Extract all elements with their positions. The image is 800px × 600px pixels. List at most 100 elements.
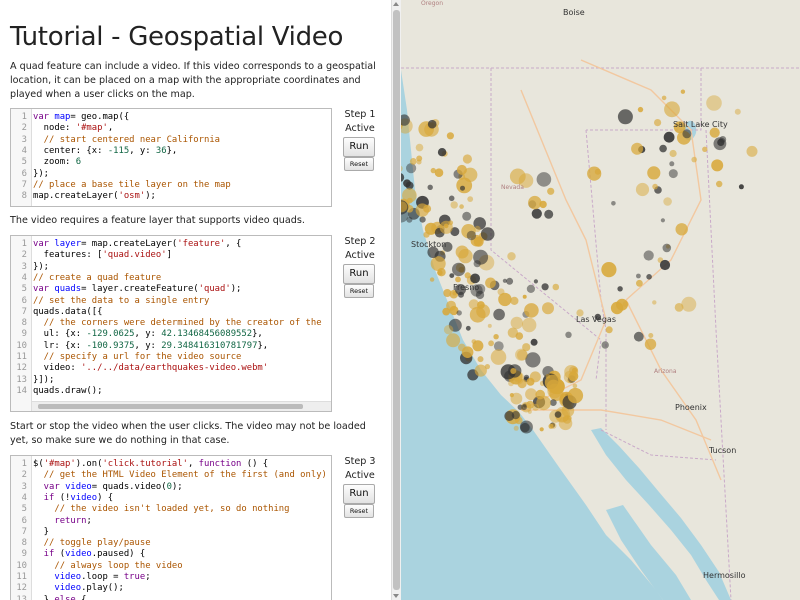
code-token: = map.createLayer( [81,239,178,249]
scroll-down-icon[interactable] [393,594,399,598]
code-token: = layer.createFeature( [81,284,199,295]
code-line[interactable]: 5 // the video isn't loaded yet, so do n… [11,504,331,515]
reset-button-step-3[interactable]: Reset [344,504,374,518]
line-number: 6 [21,295,27,306]
code-token: ); [171,481,183,492]
reset-button-step-1[interactable]: Reset [344,157,374,171]
code-line[interactable]: 6 // set the data to a single entry [11,295,331,307]
code-editor-step-1[interactable]: 1 var map= geo.map({2 node: '#map', 3 // s… [10,108,332,207]
code-line[interactable]: 1 var layer= map.createLayer('feature', { [11,239,331,250]
earthquake-marker [467,196,474,203]
code-token: ).on( [75,459,103,469]
code-token: // start centered near California [33,134,221,145]
scroll-up-icon[interactable] [393,2,399,6]
earthquake-marker [456,310,462,316]
code-token: }, [257,340,269,351]
map-view[interactable]: Oregon Boise Salt Lake City Nevada Stock… [401,0,800,600]
code-line[interactable]: 14 quads.draw(); [11,385,331,397]
code-line[interactable]: 1 $('#map').on('click.tutorial', function… [11,459,331,470]
earthquake-marker [536,172,552,187]
horizontal-scrollbar[interactable] [32,401,331,411]
code-line[interactable]: 6 return; [11,516,331,527]
earthquake-marker [526,284,535,293]
line-number: 8 [21,538,27,549]
line-number: 13 [16,374,27,385]
code-line[interactable]: 11 video.loop = true; [11,572,331,583]
earthquake-marker [477,301,485,309]
city-label-salt-lake-city: Salt Lake City [673,120,728,129]
code-token: 'osm' [118,191,146,202]
earthquake-marker [443,289,452,297]
scroll-thumb[interactable] [393,10,400,590]
earthquake-marker [594,168,601,175]
code-line[interactable]: 13}]); [11,374,331,386]
code-token: features: [ [33,250,103,261]
line-number: 5 [21,284,27,295]
earthquake-marker [631,142,644,155]
page-scrollbar[interactable] [391,0,401,600]
code-token: '#map' [43,459,76,469]
code-line[interactable]: 10 lr: {x: -100.9375, y: 29.348416310781… [11,340,331,352]
code-token: 'feature' [177,239,226,249]
code-line[interactable]: 7 // place a base tile layer on the map [11,180,331,191]
code-line[interactable]: 4 if (!video) { [11,492,331,504]
code-line[interactable]: 5 var quads= layer.createFeature('quad'); [11,284,331,295]
reset-button-step-2[interactable]: Reset [344,284,374,298]
code-line[interactable]: 7 } [11,526,331,538]
city-label-stockton: Stockton [411,240,447,249]
run-button-step-3[interactable]: Run [343,484,375,504]
code-token: true [123,572,146,582]
code-line[interactable]: 4 // create a quad feature [11,273,331,284]
code-editor-step-3[interactable]: 1 $('#map').on('click.tutorial', function… [10,455,332,600]
code-line[interactable]: 7 quads.data([{ [11,307,331,318]
code-token: function [198,459,242,469]
code-token: quads [54,284,82,295]
line-number: 14 [16,385,27,396]
code-line[interactable]: 13 } else { [11,595,331,600]
code-line[interactable]: 12 video.play(); [11,583,331,594]
code-line[interactable]: 2 features: ['quad.video'] [11,250,331,261]
code-line[interactable]: 2 // get the HTML Video Element of the f… [11,470,331,481]
earthquake-marker [455,276,461,283]
code-line[interactable]: 4 center: {x: -115, y: 36}, [11,145,331,157]
code-token: video [33,572,82,582]
line-number: 4 [21,492,27,503]
map-canvas[interactable] [401,0,800,600]
earthquake-marker [605,326,613,334]
code-token: // the video isn't loaded yet, so do not… [33,504,290,515]
run-button-step-1[interactable]: Run [343,137,375,157]
code-line[interactable]: 9 if (video.paused) { [11,549,331,560]
code-token: if [33,492,60,503]
code-token: .loop = [81,572,124,582]
earthquake-marker [430,167,436,174]
code-line[interactable]: 8 // the corners were determined by the … [11,318,331,329]
run-button-step-2[interactable]: Run [343,264,375,284]
code-line[interactable]: 8 map.createLayer('osm'); [11,191,331,202]
earthquake-marker [536,395,551,411]
code-line[interactable]: 3 var video= quads.video(0); [11,481,331,493]
code-line[interactable]: 3 // start centered near California [11,134,331,146]
code-line[interactable]: 2 node: '#map', [11,123,331,134]
step-1-label: Step 1 [344,109,376,120]
code-token: ; [145,572,151,582]
code-token: center: {x: [33,145,108,156]
code-line[interactable]: 11 // specify a url for the video source [11,352,331,363]
code-line[interactable]: 12 video: '../../data/earthquakes-video.… [11,363,331,374]
code-line[interactable]: 3}); [11,262,331,273]
code-line[interactable]: 5 zoom: 6 [11,157,331,168]
earthquake-marker [522,317,537,333]
scroll-thumb[interactable] [38,404,303,409]
code-line[interactable]: 9 ul: {x: -129.0625, y: 42.1346845608955… [11,329,331,340]
code-line[interactable]: 8 // toggle play/pause [11,538,331,549]
code-token: var [33,481,66,492]
earthquake-marker [663,197,672,206]
intro-paragraph: A quad feature can include a video. If t… [10,61,376,100]
code-line[interactable]: 1 var map= geo.map({ [11,112,331,123]
code-line[interactable]: 10 // always loop the video [11,561,331,572]
code-line[interactable]: 6}); [11,168,331,180]
line-number: 7 [21,526,27,537]
code-editor-step-2[interactable]: 1 var layer= map.createLayer('feature', {… [10,235,332,412]
earthquake-marker [459,204,464,209]
line-number: 10 [16,340,27,351]
line-number: 6 [21,168,27,179]
